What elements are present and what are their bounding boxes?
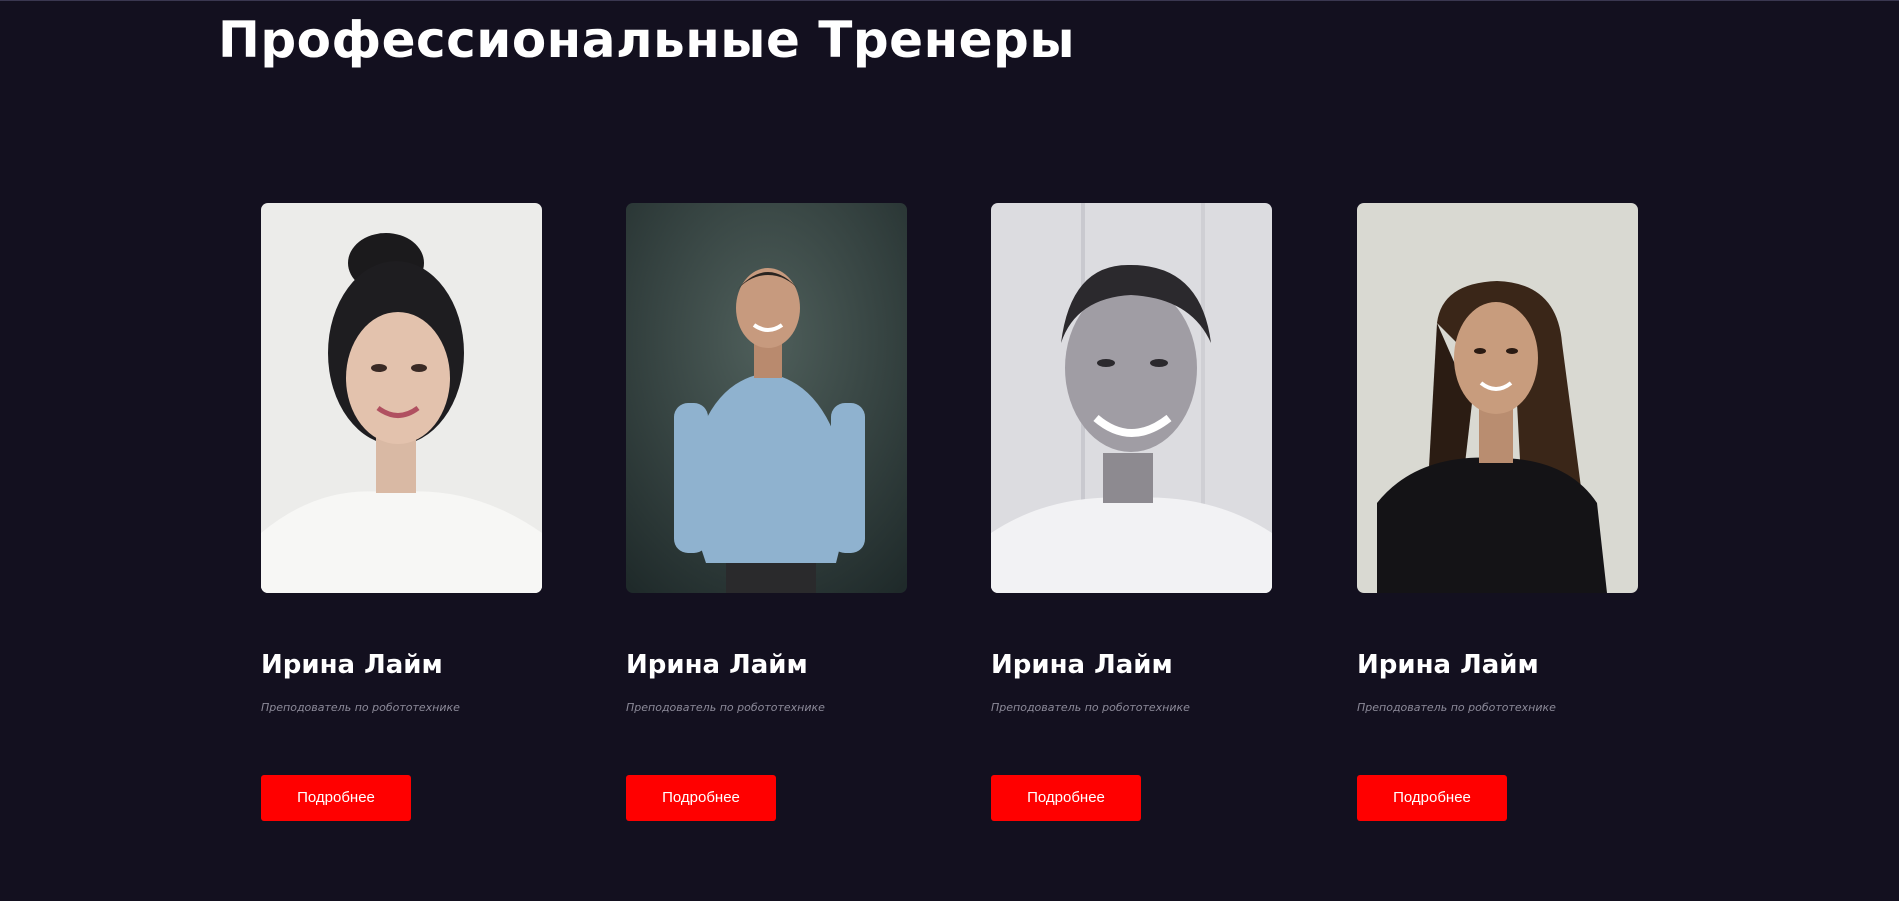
trainer-card: Ирина Лайм Преподователь по робототехник… [261, 203, 542, 823]
details-button[interactable]: Подробнее [1357, 775, 1507, 821]
trainer-role: Преподователь по робототехнике [626, 701, 825, 714]
trainer-role: Преподователь по робототехнике [261, 701, 460, 714]
trainer-card: Ирина Лайм Преподователь по робототехник… [1357, 203, 1638, 823]
trainer-name: Ирина Лайм [626, 650, 808, 680]
details-button[interactable]: Подробнее [261, 775, 411, 821]
top-divider [0, 0, 1899, 1]
details-button[interactable]: Подробнее [991, 775, 1141, 821]
section-title: Профессиональные Тренеры [218, 11, 1076, 69]
trainer-card: Ирина Лайм Преподователь по робототехник… [626, 203, 907, 823]
trainer-photo [991, 203, 1272, 593]
trainer-role: Преподователь по робототехнике [1357, 701, 1556, 714]
trainer-role: Преподователь по робототехнике [991, 701, 1190, 714]
trainer-name: Ирина Лайм [1357, 650, 1539, 680]
details-button[interactable]: Подробнее [626, 775, 776, 821]
trainer-name: Ирина Лайм [261, 650, 443, 680]
trainer-photo [261, 203, 542, 593]
trainer-photo [1357, 203, 1638, 593]
trainer-card: Ирина Лайм Преподователь по робототехник… [991, 203, 1272, 823]
trainer-name: Ирина Лайм [991, 650, 1173, 680]
trainer-photo [626, 203, 907, 593]
